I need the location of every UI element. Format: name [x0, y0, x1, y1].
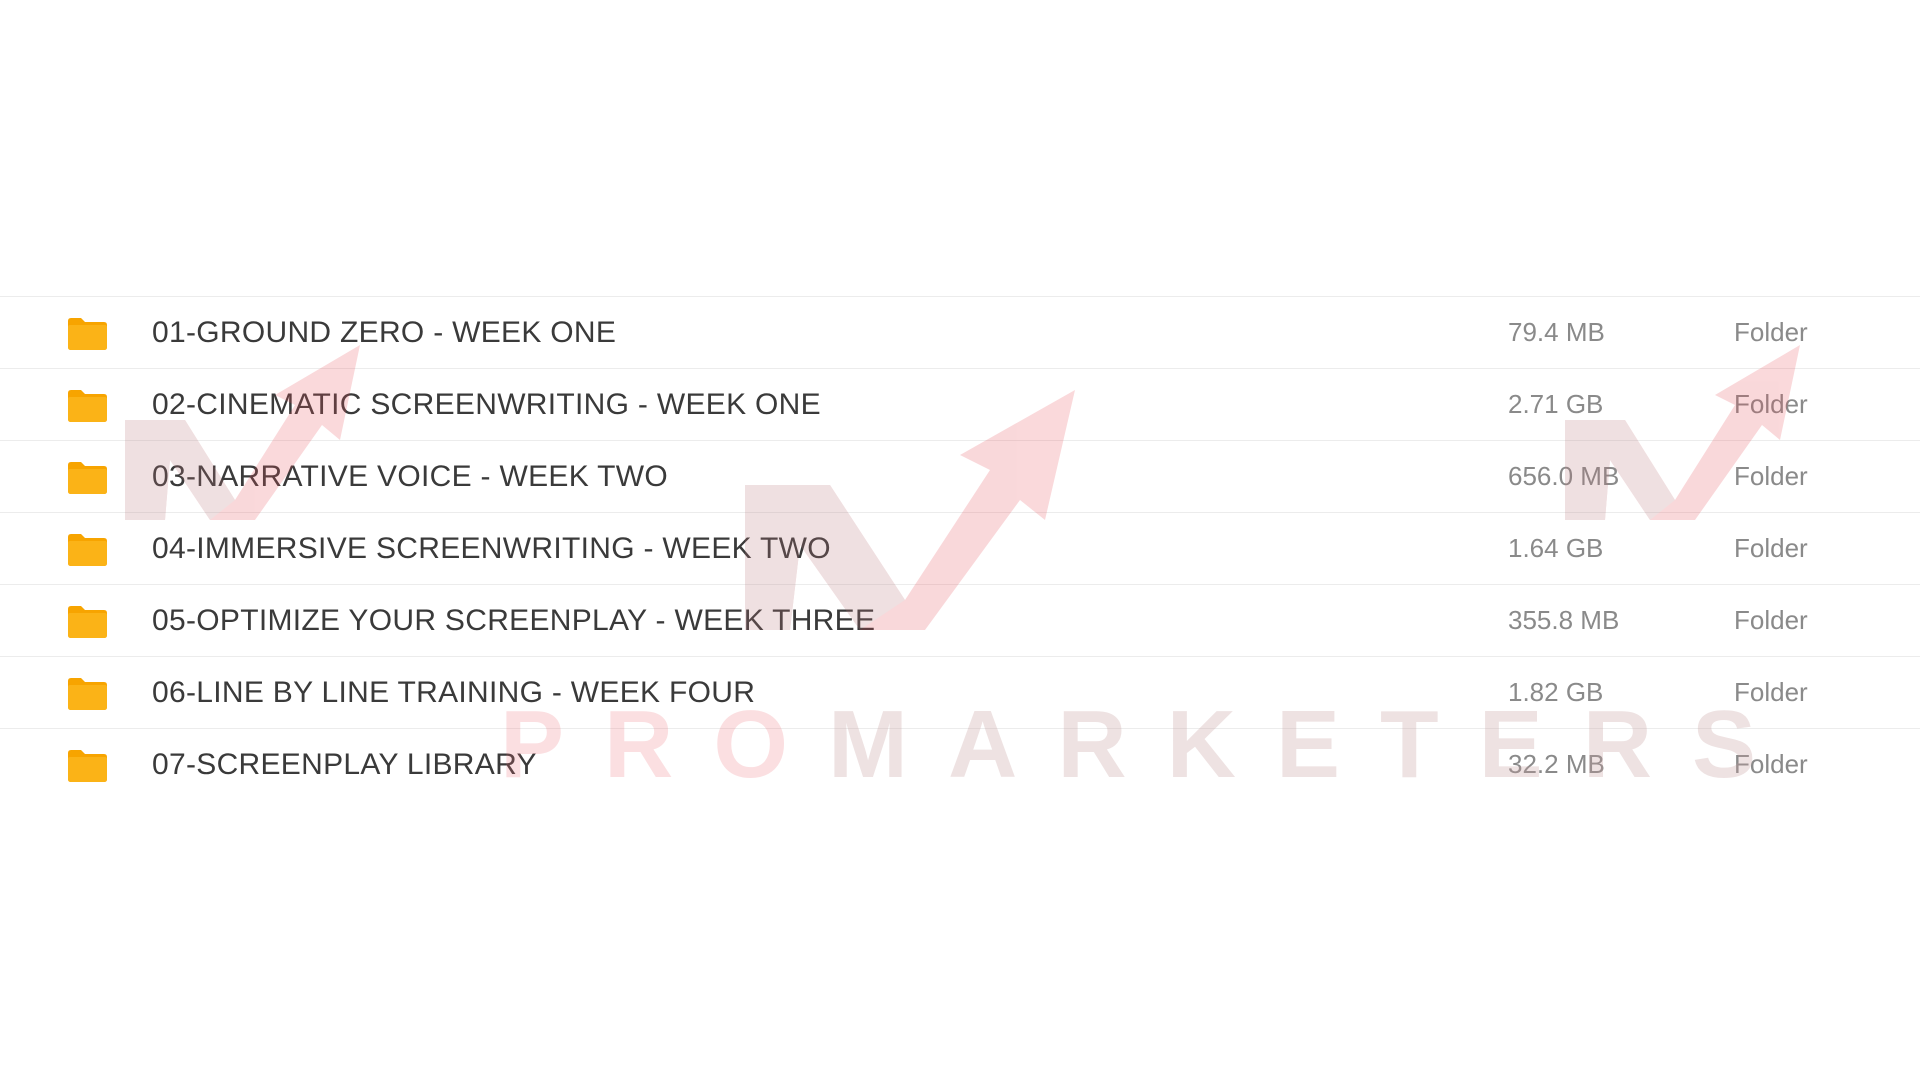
file-name: 07-SCREENPLAY LIBRARY [152, 748, 537, 781]
file-kind: Folder [1734, 533, 1808, 563]
file-kind: Folder [1734, 461, 1808, 491]
file-kind: Folder [1734, 389, 1808, 419]
file-size: 2.71 GB [1508, 389, 1604, 419]
folder-icon [66, 749, 109, 783]
file-kind: Folder [1734, 677, 1808, 707]
file-kind: Folder [1734, 317, 1808, 347]
file-browser-page: 01-GROUND ZERO - WEEK ONE 79.4 MB Folder… [0, 0, 1920, 1080]
file-row[interactable]: 04-IMMERSIVE SCREENWRITING - WEEK TWO 1.… [0, 513, 1920, 585]
file-size: 355.8 MB [1508, 605, 1620, 635]
file-row[interactable]: 06-LINE BY LINE TRAINING - WEEK FOUR 1.8… [0, 657, 1920, 729]
file-size: 1.64 GB [1508, 533, 1604, 563]
folder-icon [66, 461, 109, 495]
file-name: 04-IMMERSIVE SCREENWRITING - WEEK TWO [152, 532, 831, 565]
file-name: 02-CINEMATIC SCREENWRITING - WEEK ONE [152, 388, 821, 421]
file-list: 01-GROUND ZERO - WEEK ONE 79.4 MB Folder… [0, 296, 1920, 800]
file-row[interactable]: 03-NARRATIVE VOICE - WEEK TWO 656.0 MB F… [0, 441, 1920, 513]
file-kind: Folder [1734, 749, 1808, 779]
file-row[interactable]: 02-CINEMATIC SCREENWRITING - WEEK ONE 2.… [0, 369, 1920, 441]
folder-icon [66, 317, 109, 351]
folder-icon [66, 533, 109, 567]
file-size: 656.0 MB [1508, 461, 1620, 491]
file-size: 1.82 GB [1508, 677, 1604, 707]
file-name: 01-GROUND ZERO - WEEK ONE [152, 316, 617, 349]
file-row[interactable]: 01-GROUND ZERO - WEEK ONE 79.4 MB Folder [0, 297, 1920, 369]
file-kind: Folder [1734, 605, 1808, 635]
folder-icon [66, 605, 109, 639]
file-row[interactable]: 07-SCREENPLAY LIBRARY 32.2 MB Folder [0, 729, 1920, 800]
file-size: 32.2 MB [1508, 749, 1605, 779]
folder-icon [66, 389, 109, 423]
folder-icon [66, 677, 109, 711]
file-name: 06-LINE BY LINE TRAINING - WEEK FOUR [152, 676, 756, 709]
file-size: 79.4 MB [1508, 317, 1605, 347]
file-row[interactable]: 05-OPTIMIZE YOUR SCREENPLAY - WEEK THREE… [0, 585, 1920, 657]
file-name: 05-OPTIMIZE YOUR SCREENPLAY - WEEK THREE [152, 604, 876, 637]
file-name: 03-NARRATIVE VOICE - WEEK TWO [152, 460, 668, 493]
